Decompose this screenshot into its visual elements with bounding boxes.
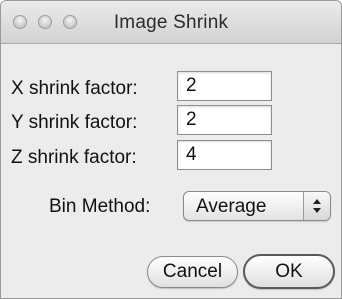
bin-method-select[interactable]: Average xyxy=(183,191,331,221)
x-shrink-factor-field[interactable] xyxy=(177,71,272,101)
ok-button[interactable]: OK xyxy=(243,254,335,289)
y-shrink-factor-label: Y shrink factor: xyxy=(11,112,138,133)
image-shrink-dialog: Image Shrink X shrink factor: Y shrink f… xyxy=(0,0,342,299)
up-down-arrows-icon xyxy=(303,192,330,220)
y-shrink-factor-field[interactable] xyxy=(177,105,272,135)
window-title: Image Shrink xyxy=(113,12,229,33)
z-shrink-factor-label: Z shrink factor: xyxy=(11,147,137,168)
bin-method-label: Bin Method: xyxy=(49,196,151,217)
z-shrink-factor-field[interactable] xyxy=(177,140,272,170)
x-shrink-factor-label: X shrink factor: xyxy=(11,78,138,99)
cancel-button[interactable]: Cancel xyxy=(147,256,238,288)
title-bar[interactable]: Image Shrink xyxy=(1,1,341,44)
bin-method-selected-value: Average xyxy=(196,196,267,217)
